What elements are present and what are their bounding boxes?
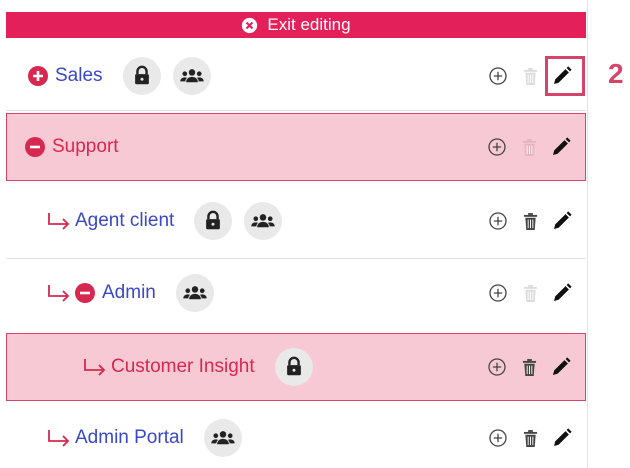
trash-icon <box>519 137 539 157</box>
pencil-icon[interactable] <box>551 357 571 377</box>
row-label[interactable]: Customer Insight <box>111 356 255 378</box>
collapse-minus-icon[interactable] <box>75 283 95 303</box>
pencil-icon[interactable] <box>552 428 572 448</box>
add-child-icon[interactable] <box>488 428 508 448</box>
close-circle-icon <box>242 17 258 33</box>
add-child-icon[interactable] <box>487 137 507 157</box>
row-label[interactable]: Agent client <box>75 210 174 232</box>
row-label[interactable]: Support <box>52 136 119 158</box>
users-icon <box>175 274 214 312</box>
row-label[interactable]: Sales <box>55 65 103 87</box>
row-actions <box>487 137 571 157</box>
child-arrow-icon <box>82 357 108 377</box>
pencil-icon[interactable] <box>552 211 572 231</box>
users-icon <box>203 419 242 457</box>
tree-row-customer-insight: Customer Insight <box>6 333 586 401</box>
row-actions <box>487 357 571 377</box>
lock-icon <box>274 348 313 386</box>
exit-editing-label: Exit editing <box>267 15 351 34</box>
row-label[interactable]: Admin Portal <box>75 427 184 449</box>
trash-icon <box>520 66 540 86</box>
step-highlight-box <box>545 56 585 96</box>
add-child-icon[interactable] <box>488 283 508 303</box>
tree-row-admin-portal: Admin Portal <box>6 408 586 468</box>
add-child-icon[interactable] <box>488 66 508 86</box>
child-arrow-icon <box>46 283 72 303</box>
step-number: 2 <box>608 58 624 89</box>
row-actions <box>488 428 572 448</box>
trash-icon[interactable] <box>520 211 540 231</box>
pencil-icon[interactable] <box>552 283 572 303</box>
child-arrow-icon <box>46 428 72 448</box>
row-label[interactable]: Admin <box>102 282 156 304</box>
divider <box>6 110 586 111</box>
add-child-icon[interactable] <box>487 357 507 377</box>
trash-icon[interactable] <box>519 357 539 377</box>
collapse-minus-icon[interactable] <box>25 137 45 157</box>
users-icon <box>172 57 211 95</box>
tree-row-agent-client: Agent client <box>6 188 586 254</box>
child-arrow-icon <box>46 211 72 231</box>
trash-icon[interactable] <box>520 428 540 448</box>
lock-icon <box>194 202 233 240</box>
pencil-icon[interactable] <box>551 137 571 157</box>
add-child-icon[interactable] <box>488 211 508 231</box>
row-actions <box>488 211 572 231</box>
expand-plus-icon[interactable] <box>28 66 48 86</box>
lock-icon <box>122 57 161 95</box>
tree-row-sales: Sales <box>6 46 586 106</box>
users-icon <box>244 202 283 240</box>
trash-icon <box>520 283 540 303</box>
category-tree-panel: Exit editing Sales Support Agent client … <box>0 0 588 468</box>
divider <box>6 258 586 259</box>
row-actions <box>488 283 572 303</box>
tree-row-support: Support <box>6 113 586 181</box>
tree-row-admin: Admin <box>6 260 586 326</box>
exit-editing-button[interactable]: Exit editing <box>6 12 586 38</box>
